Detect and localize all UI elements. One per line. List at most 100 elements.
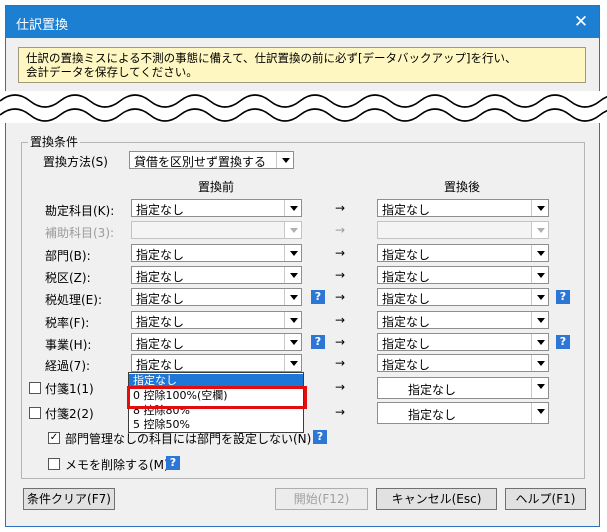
memo-checkbox[interactable] bbox=[48, 458, 60, 470]
chevron-down-icon[interactable] bbox=[531, 267, 548, 283]
backup-notice: 仕訳の置換ミスによる不測の事態に備えて、仕訳置換の前に必ず[データバックアップ]… bbox=[18, 47, 586, 83]
before-select-department[interactable]: 指定なし bbox=[131, 244, 302, 262]
cancel-button[interactable]: キャンセル(Esc) bbox=[376, 488, 497, 510]
after-select-department[interactable]: 指定なし bbox=[377, 244, 549, 262]
after-value: 指定なし bbox=[408, 383, 457, 397]
chevron-down-icon[interactable] bbox=[284, 200, 301, 216]
arrow-icon: → bbox=[335, 405, 346, 419]
bumon-checkbox[interactable]: ✓ bbox=[48, 432, 60, 444]
after-select-tax-treatment[interactable]: 指定なし bbox=[377, 288, 549, 306]
arrow-icon: → bbox=[335, 290, 346, 304]
after-select-tax-category[interactable]: 指定なし bbox=[377, 266, 549, 284]
chevron-down-icon[interactable] bbox=[531, 403, 548, 423]
chevron-down-icon[interactable] bbox=[284, 289, 301, 305]
before-select-tax-category[interactable]: 指定なし bbox=[131, 266, 302, 284]
chevron-down-icon[interactable] bbox=[284, 245, 301, 261]
arrow-icon: → bbox=[335, 246, 346, 260]
help-icon[interactable]: ? bbox=[166, 456, 180, 470]
before-select-tax-treatment[interactable]: 指定なし bbox=[131, 288, 302, 306]
before-value: 指定なし bbox=[136, 315, 185, 329]
before-value: 指定なし bbox=[136, 248, 185, 262]
start-button: 開始(F12) bbox=[275, 488, 368, 510]
before-select-business[interactable]: 指定なし bbox=[131, 333, 302, 351]
fusen1-checkbox[interactable] bbox=[29, 382, 41, 394]
fusen1-after-select[interactable]: 指定なし bbox=[377, 377, 549, 399]
chevron-down-icon bbox=[531, 222, 548, 238]
before-value: 指定なし bbox=[136, 292, 185, 306]
chevron-down-icon[interactable] bbox=[284, 267, 301, 283]
fusen2-label: 付箋2(2) bbox=[45, 407, 94, 421]
header-before: 置換前 bbox=[198, 180, 235, 194]
row-label-sub-account: 補助科目(3): bbox=[45, 226, 115, 240]
chevron-down-icon[interactable] bbox=[531, 355, 548, 371]
help-icon[interactable]: ? bbox=[556, 290, 570, 304]
highlight-box bbox=[127, 386, 307, 409]
before-value: 指定なし bbox=[136, 203, 185, 217]
after-value: 指定なし bbox=[382, 337, 431, 351]
chevron-down-icon[interactable] bbox=[531, 289, 548, 305]
chevron-down-icon[interactable] bbox=[284, 355, 301, 371]
row-label-business: 事業(H): bbox=[45, 338, 92, 352]
before-select-transition[interactable]: 指定なし bbox=[131, 354, 302, 372]
row-label-tax-treatment: 税処理(E): bbox=[45, 293, 102, 307]
arrow-icon: → bbox=[335, 335, 346, 349]
header-after: 置換後 bbox=[444, 180, 481, 194]
row-label-account: 勘定科目(K): bbox=[45, 204, 115, 218]
chevron-down-icon[interactable] bbox=[531, 200, 548, 216]
after-select-business[interactable]: 指定なし bbox=[377, 333, 549, 351]
fusen1-label: 付箋1(1) bbox=[45, 382, 94, 396]
arrow-icon: → bbox=[335, 313, 346, 327]
after-value: 指定なし bbox=[382, 358, 431, 372]
help-icon[interactable]: ? bbox=[313, 430, 327, 444]
row-label-department: 部門(B): bbox=[45, 249, 91, 263]
method-label: 置換方法(S) bbox=[43, 155, 108, 169]
after-value: 指定なし bbox=[382, 292, 431, 306]
after-select-transition[interactable]: 指定なし bbox=[377, 354, 549, 372]
before-select-account[interactable]: 指定なし bbox=[131, 199, 302, 217]
arrow-icon: → bbox=[335, 201, 346, 215]
cut-wave-divider bbox=[0, 91, 607, 123]
after-value: 指定なし bbox=[382, 315, 431, 329]
row-label-tax-rate: 税率(F): bbox=[45, 316, 90, 330]
arrow-icon: → bbox=[335, 268, 346, 282]
group-title: 置換条件 bbox=[28, 133, 81, 150]
help-icon[interactable]: ? bbox=[556, 335, 570, 349]
after-value: 指定なし bbox=[382, 248, 431, 262]
method-value: 貸借を区別せず置換する bbox=[134, 155, 267, 169]
after-select-account[interactable]: 指定なし bbox=[377, 199, 549, 217]
chevron-down-icon bbox=[284, 222, 301, 238]
before-select-sub-account bbox=[131, 221, 302, 239]
chevron-down-icon[interactable] bbox=[531, 312, 548, 328]
before-select-tax-rate[interactable]: 指定なし bbox=[131, 311, 302, 329]
after-select-tax-rate[interactable]: 指定なし bbox=[377, 311, 549, 329]
fusen2-checkbox[interactable] bbox=[29, 407, 41, 419]
chevron-down-icon[interactable] bbox=[531, 334, 548, 350]
after-select-sub-account bbox=[377, 221, 549, 239]
arrow-icon: → bbox=[335, 356, 346, 370]
chevron-down-icon[interactable] bbox=[531, 378, 548, 398]
before-value: 指定なし bbox=[136, 358, 185, 372]
method-select[interactable]: 貸借を区別せず置換する bbox=[129, 151, 294, 169]
row-label-transition: 経過(7): bbox=[45, 359, 91, 373]
chevron-down-icon[interactable] bbox=[284, 312, 301, 328]
notice-line-1: 仕訳の置換ミスによる不測の事態に備えて、仕訳置換の前に必ず[データバックアップ]… bbox=[26, 51, 517, 65]
close-icon[interactable]: ✕ bbox=[569, 10, 593, 34]
clear-conditions-button[interactable]: 条件クリア(F7) bbox=[23, 488, 115, 510]
title-bar: 仕訳置換 ✕ bbox=[6, 6, 599, 38]
memo-option-label: メモを削除する(M) bbox=[65, 458, 169, 472]
dialog-title: 仕訳置換 bbox=[16, 18, 69, 33]
before-value: 指定なし bbox=[136, 337, 185, 351]
after-value: 指定なし bbox=[408, 408, 457, 422]
chevron-down-icon[interactable] bbox=[284, 334, 301, 350]
help-button[interactable]: ヘルプ(F1) bbox=[505, 488, 586, 510]
before-value: 指定なし bbox=[136, 270, 185, 284]
chevron-down-icon[interactable] bbox=[531, 245, 548, 261]
after-value: 指定なし bbox=[382, 203, 431, 217]
help-icon[interactable]: ? bbox=[311, 335, 325, 349]
fusen2-after-select[interactable]: 指定なし bbox=[377, 402, 549, 424]
arrow-icon: → bbox=[335, 380, 346, 394]
dropdown-option[interactable]: 5 控除50% bbox=[129, 418, 303, 432]
chevron-down-icon[interactable] bbox=[276, 152, 293, 168]
arrow-icon: → bbox=[335, 223, 346, 237]
help-icon[interactable]: ? bbox=[311, 290, 325, 304]
